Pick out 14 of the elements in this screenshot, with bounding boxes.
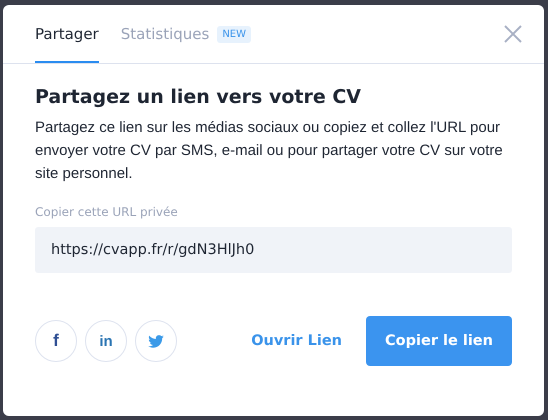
dialog-heading: Partagez un lien vers votre CV — [35, 86, 362, 108]
tab[interactable]: Statistiques NEW — [120, 5, 252, 63]
new-badge: NEW — [217, 26, 252, 42]
bird-icon — [148, 334, 164, 348]
twitter-button[interactable] — [135, 320, 177, 362]
description-text: Partagez ce lien sur les médias sociaux ou copiez et collez l'URL pour envoyer votre CV par SMS, e-mail ou pour partager votre CV sur votre site personnel. — [35, 118, 504, 184]
url-field[interactable]: https://cvapp.fr/r/gdN3HlJh0 — [35, 227, 512, 273]
field-label: Copier cette URL privée — [35, 205, 179, 219]
close-icon[interactable] — [504, 25, 522, 43]
facebook-button[interactable]: f — [35, 320, 77, 362]
open-link-button[interactable]: Ouvrir Lien — [251, 333, 342, 349]
linkedin-button[interactable]: in — [85, 320, 127, 362]
tab[interactable]: Partager — [35, 5, 99, 63]
copy-link-button[interactable]: Copier le lien — [366, 316, 512, 366]
